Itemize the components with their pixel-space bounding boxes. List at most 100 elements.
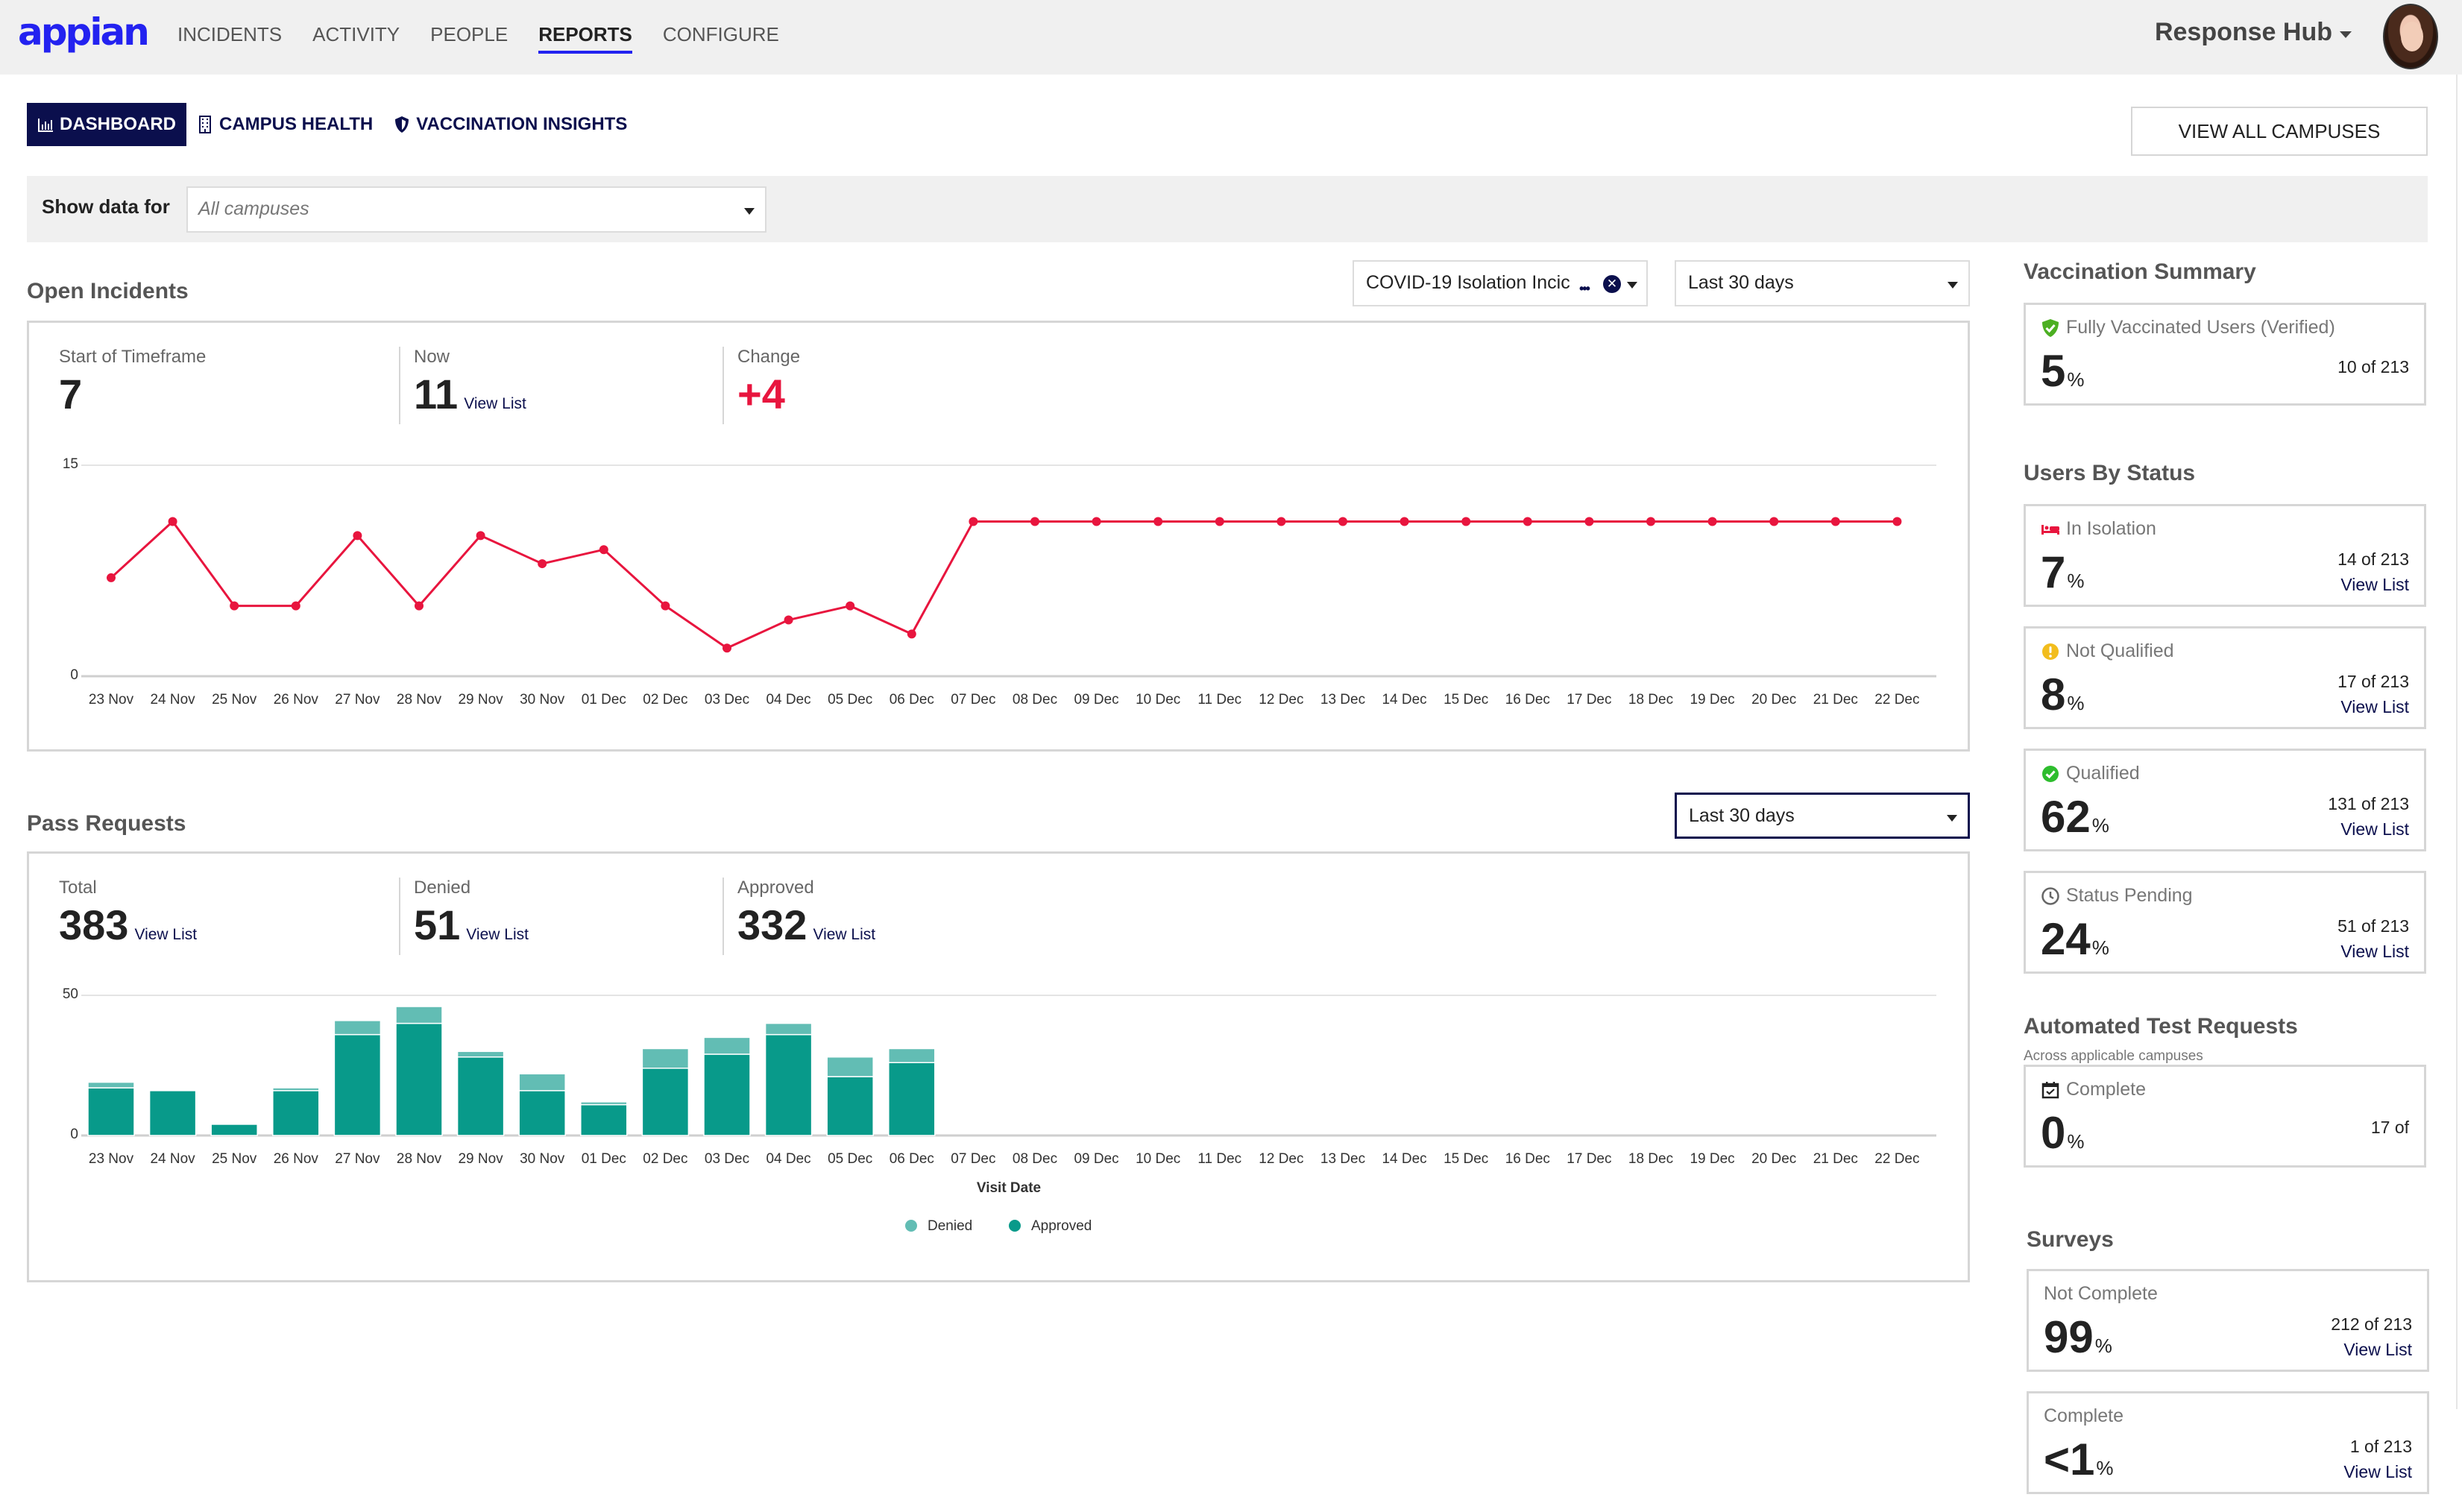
qualified-view-list[interactable]: View List xyxy=(2340,819,2409,840)
bar-denied xyxy=(518,1073,566,1092)
nav-incidents[interactable]: INCIDENTS xyxy=(177,0,282,75)
x-tick-label: 20 Dec xyxy=(1751,692,1796,708)
automated-tests-complete-count: 17 of xyxy=(2370,1118,2409,1137)
surveys-complete-view-list[interactable]: View List xyxy=(2343,1462,2412,1482)
nav-reports[interactable]: REPORTS xyxy=(538,0,632,75)
filter-label: Show data for xyxy=(42,195,170,218)
data-point xyxy=(476,531,485,541)
bar-approved xyxy=(888,1062,936,1136)
campus-select[interactable]: All campuses xyxy=(186,186,766,233)
data-point xyxy=(1338,517,1347,526)
campus-select-placeholder: All campuses xyxy=(198,198,309,219)
x-tick-label: 20 Dec xyxy=(1751,1151,1796,1167)
x-tick-label: 16 Dec xyxy=(1505,692,1550,708)
nav-activity[interactable]: ACTIVITY xyxy=(312,0,400,75)
automated-test-requests-subtitle: Across applicable campuses xyxy=(2024,1048,2203,1064)
data-point xyxy=(415,601,424,611)
automated-tests-complete-label: Complete xyxy=(2066,1079,2146,1100)
x-tick-label: 05 Dec xyxy=(828,1151,872,1167)
surveys-title: Surveys xyxy=(2027,1227,2114,1252)
legend-label-denied: Denied xyxy=(928,1218,972,1234)
x-tick-label: 08 Dec xyxy=(1013,692,1057,708)
legend-swatch-denied xyxy=(905,1220,917,1232)
data-point xyxy=(907,629,916,639)
user-avatar[interactable] xyxy=(2383,4,2438,69)
x-tick-label: 28 Nov xyxy=(397,1151,442,1167)
surveys-not-complete-view-list[interactable]: View List xyxy=(2343,1340,2412,1360)
chevron-down-icon xyxy=(2340,31,2352,38)
bar-approved xyxy=(826,1076,874,1136)
x-tick-label: 06 Dec xyxy=(890,1151,934,1167)
open-incidents-line-chart: 0 15 23 Nov 24 Nov 25 Nov 26 Nov 27 Nov 28 Nov 2… xyxy=(63,456,1936,708)
data-point xyxy=(1769,517,1779,526)
data-point xyxy=(230,601,239,611)
incident-type-dropdown[interactable]: COVID-19 Isolation Incic ••• ✕ xyxy=(1353,260,1648,306)
incident-range-dropdown[interactable]: Last 30 days xyxy=(1675,260,1970,306)
data-point xyxy=(1276,517,1286,526)
y-tick-label: 0 xyxy=(70,1127,78,1142)
x-tick-label: 02 Dec xyxy=(643,1151,687,1167)
percent-sign: % xyxy=(2091,814,2109,837)
data-point xyxy=(1215,517,1224,526)
x-tick-label: 14 Dec xyxy=(1382,1151,1426,1167)
app-switcher[interactable]: Response Hub xyxy=(2155,18,2352,47)
data-point xyxy=(1030,517,1039,526)
x-tick-label: 10 Dec xyxy=(1136,692,1180,708)
dropdown-caret-icon xyxy=(744,208,755,215)
x-tick-label: 13 Dec xyxy=(1320,692,1365,708)
bar-denied xyxy=(395,1006,443,1024)
page-scrollbar-track[interactable] xyxy=(2456,75,2458,1409)
status-pending-view-list[interactable]: View List xyxy=(2340,942,2409,962)
x-tick-label: 12 Dec xyxy=(1259,1151,1303,1167)
x-tick-label: 08 Dec xyxy=(1013,1151,1057,1167)
data-point xyxy=(784,615,793,625)
surveys-complete-pct: <1 xyxy=(2044,1434,2095,1484)
in-isolation-view-list[interactable]: View List xyxy=(2340,575,2409,595)
in-isolation-count: 14 of 213 xyxy=(2337,549,2409,569)
open-incidents-card: Start of Timeframe 7 Now 11 View List Cha… xyxy=(27,321,1970,752)
series-line xyxy=(110,520,1898,649)
percent-sign: % xyxy=(2094,1335,2112,1357)
pass-range-dropdown[interactable]: Last 30 days xyxy=(1675,793,1970,839)
main-nav: INCIDENTS ACTIVITY PEOPLE REPORTS CONFIG… xyxy=(177,0,810,75)
clear-icon[interactable]: ✕ xyxy=(1603,275,1621,293)
tab-campus-health[interactable]: CAMPUS HEALTH xyxy=(186,103,383,146)
bar-approved xyxy=(87,1087,135,1136)
fully-vaccinated-count: 10 of 213 xyxy=(2337,357,2409,377)
view-all-campuses-button[interactable]: VIEW ALL CAMPUSES xyxy=(2131,107,2428,156)
incident-range-value: Last 30 days xyxy=(1688,272,1794,293)
bar-denied xyxy=(703,1036,751,1055)
data-point xyxy=(168,517,177,526)
x-tick-label: 07 Dec xyxy=(951,1151,995,1167)
not-qualified-view-list[interactable]: View List xyxy=(2340,697,2409,717)
percent-sign: % xyxy=(2067,692,2085,714)
tab-dashboard[interactable]: DASHBOARD xyxy=(27,103,186,146)
qualified-pct: 62 xyxy=(2041,792,2091,842)
x-tick-label: 04 Dec xyxy=(766,1151,810,1167)
percent-sign: % xyxy=(2091,936,2109,959)
filter-bar: Show data for All campuses xyxy=(27,176,2428,242)
x-tick-label: 03 Dec xyxy=(705,1151,749,1167)
bar-approved xyxy=(641,1068,690,1136)
bar-approved xyxy=(518,1090,566,1136)
calendar-check-icon xyxy=(2041,1081,2059,1098)
x-tick-label: 06 Dec xyxy=(890,692,934,708)
not-qualified-card: Not Qualified 8% 17 of 213 View List xyxy=(2024,626,2426,729)
data-point xyxy=(1092,517,1101,526)
nav-people[interactable]: PEOPLE xyxy=(430,0,508,75)
stat-percent: 99% xyxy=(2044,1311,2112,1364)
stat-label: Not Qualified xyxy=(2041,640,2174,662)
x-tick-label: 11 Dec xyxy=(1197,692,1241,708)
stat-percent: <1% xyxy=(2044,1434,2114,1486)
bar-approved xyxy=(333,1033,382,1136)
bed-icon xyxy=(2041,524,2059,535)
nav-configure[interactable]: CONFIGURE xyxy=(663,0,779,75)
bar-approved xyxy=(703,1053,751,1136)
data-point xyxy=(969,517,978,526)
x-tick-label: 02 Dec xyxy=(643,692,687,708)
app-name: Response Hub xyxy=(2154,18,2332,46)
tab-vaccination-insights[interactable]: VACCINATION INSIGHTS xyxy=(383,103,637,146)
appian-logo[interactable]: appian xyxy=(18,10,150,54)
x-tick-label: 13 Dec xyxy=(1320,1151,1365,1167)
stat-percent: 5% xyxy=(2041,345,2085,397)
